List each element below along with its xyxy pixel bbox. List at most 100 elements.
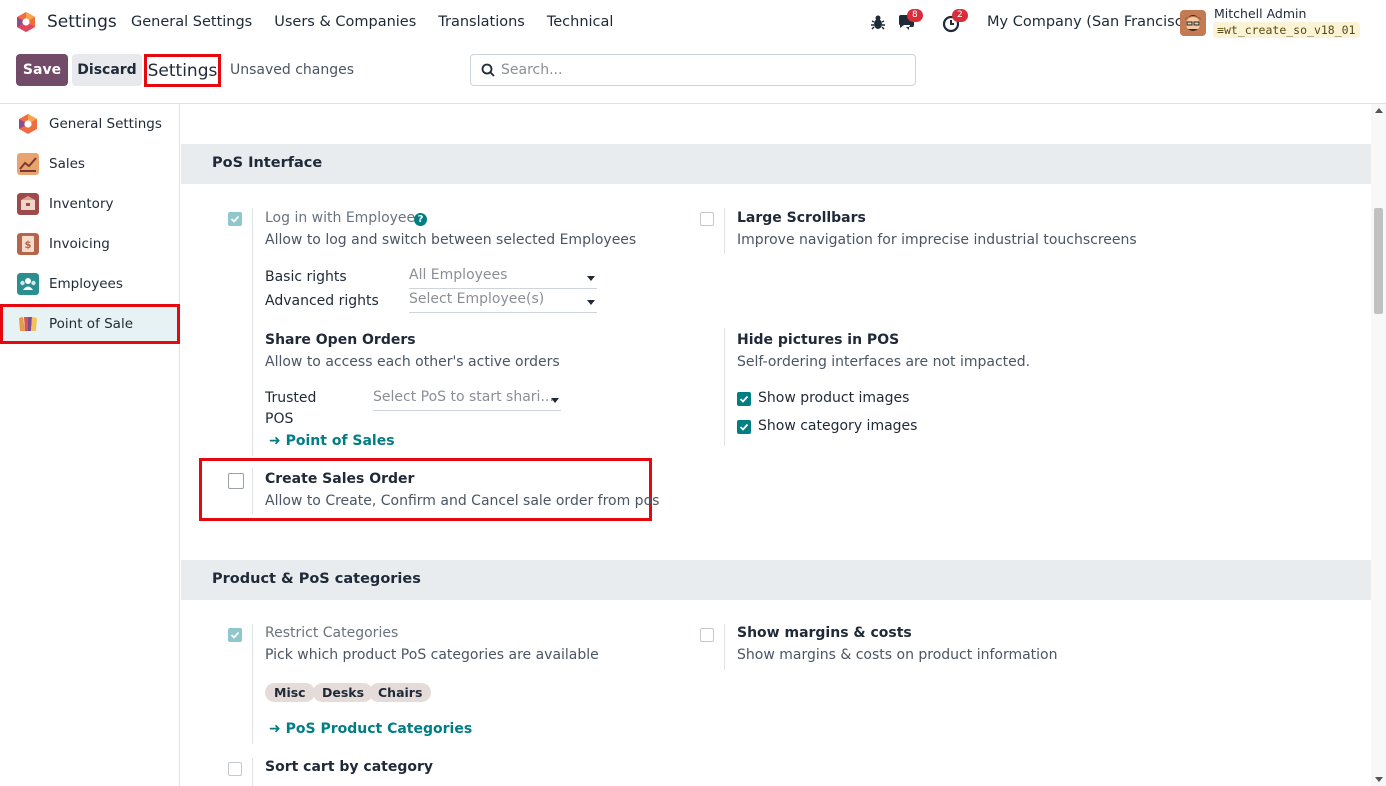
advanced-rights-select[interactable]: Select Employee(s) — [409, 291, 597, 313]
category-tag[interactable]: Chairs — [369, 683, 432, 702]
checkmark-icon — [739, 395, 749, 403]
section-title: PoS Interface — [212, 155, 323, 171]
share-open-orders-title: Share Open Orders — [265, 332, 416, 348]
settings-sidebar: General Settings Sales Inventory $ Invoi… — [0, 104, 180, 786]
employees-icon — [17, 273, 39, 295]
menu-technical[interactable]: Technical — [547, 14, 614, 30]
create-sales-order-checkbox[interactable] — [228, 473, 244, 489]
content-scrollbar[interactable] — [1371, 104, 1386, 786]
sort-cart-checkbox[interactable] — [228, 762, 242, 776]
scrollbar-thumb[interactable] — [1374, 208, 1383, 314]
trusted-pos-label: Trusted — [265, 390, 317, 406]
category-tag[interactable]: Misc — [265, 683, 315, 702]
sidebar-item-general-settings[interactable]: General Settings — [0, 104, 180, 144]
odoo-app-icon[interactable] — [15, 11, 37, 33]
category-tag[interactable]: Desks — [313, 683, 374, 702]
trusted-pos-label-2: POS — [265, 411, 294, 427]
point-of-sales-link[interactable]: ➜ Point of Sales — [269, 433, 395, 449]
sidebar-item-inventory[interactable]: Inventory — [0, 184, 180, 224]
login-employees-title: Log in with Employees — [265, 210, 423, 226]
show-margins-checkbox[interactable] — [700, 628, 714, 642]
checkmark-icon — [230, 631, 240, 639]
show-margins-desc: Show margins & costs on product informat… — [737, 647, 1058, 663]
user-avatar[interactable] — [1180, 10, 1206, 36]
sidebar-item-invoicing[interactable]: $ Invoicing — [0, 224, 180, 264]
inventory-box-icon — [17, 193, 39, 215]
section-title: Product & PoS categories — [212, 571, 421, 587]
database-name: ≡wt_create_so_v18_01 — [1213, 22, 1360, 38]
debug-bug-icon[interactable] — [868, 13, 888, 33]
settings-content: PoS Interface Log in with Employees ? Al… — [181, 104, 1371, 786]
unsaved-changes-status: Unsaved changes — [230, 62, 355, 78]
arrow-right-icon: ➜ — [269, 433, 281, 449]
odoo-logo-icon — [19, 114, 37, 134]
setting-divider — [252, 624, 253, 744]
login-employees-checkbox[interactable] — [228, 212, 242, 226]
scroll-down-arrow-icon[interactable] — [1375, 777, 1383, 782]
section-header-categories: Product & PoS categories — [181, 560, 1371, 600]
sidebar-item-label: Employees — [49, 276, 123, 292]
create-sales-order-highlight — [199, 458, 652, 521]
pos-product-categories-link[interactable]: ➜ PoS Product Categories — [269, 721, 472, 737]
company-switcher[interactable]: My Company (San Francisco) — [987, 14, 1197, 30]
app-title[interactable]: Settings — [47, 12, 117, 32]
top-navbar: Settings General Settings Users & Compan… — [0, 0, 1386, 46]
basic-rights-label: Basic rights — [265, 269, 347, 285]
arrow-right-icon: ➜ — [269, 721, 281, 737]
large-scrollbars-title: Large Scrollbars — [737, 210, 866, 226]
discard-button[interactable]: Discard — [72, 54, 142, 86]
menu-translations[interactable]: Translations — [438, 14, 525, 30]
search-box[interactable] — [470, 54, 916, 86]
sidebar-item-label: General Settings — [49, 116, 162, 132]
hide-pictures-title: Hide pictures in POS — [737, 332, 900, 348]
point-of-sale-icon — [19, 317, 37, 331]
large-scrollbars-checkbox[interactable] — [700, 212, 714, 226]
restrict-categories-checkbox[interactable] — [228, 628, 242, 642]
menu-general-settings[interactable]: General Settings — [131, 14, 252, 30]
point-of-sales-link-label: Point of Sales — [285, 433, 395, 449]
show-product-images-checkbox[interactable] — [737, 392, 751, 406]
checkmark-icon — [739, 423, 749, 431]
messages-badge: 8 — [907, 9, 923, 22]
menu-users-companies[interactable]: Users & Companies — [274, 14, 416, 30]
login-employees-desc: Allow to log and switch between selected… — [265, 232, 637, 248]
trusted-pos-select[interactable]: Select PoS to start shari... — [373, 389, 561, 411]
show-category-images-checkbox[interactable] — [737, 420, 751, 434]
invoice-icon: $ — [17, 233, 39, 255]
help-icon[interactable]: ? — [414, 213, 427, 226]
database-label: wt_create_so_v18_01 — [1223, 23, 1356, 37]
basic-rights-value: All Employees — [409, 267, 508, 283]
create-sales-order-desc: Allow to Create, Confirm and Cancel sale… — [265, 493, 660, 509]
sidebar-item-point-of-sale[interactable]: Point of Sale — [0, 304, 180, 344]
activities-button[interactable]: 2 — [942, 9, 968, 33]
save-button[interactable]: Save — [16, 54, 68, 86]
sidebar-item-employees[interactable]: Employees — [0, 264, 180, 304]
messages-button[interactable]: 8 — [897, 9, 923, 33]
show-margins-title: Show margins & costs — [737, 625, 912, 641]
search-input[interactable] — [501, 59, 901, 81]
sales-chart-icon — [17, 153, 39, 175]
restrict-categories-title: Restrict Categories — [265, 625, 399, 641]
setting-divider — [252, 208, 253, 456]
sidebar-item-label: Inventory — [49, 196, 114, 212]
sidebar-item-label: Sales — [49, 156, 85, 172]
hide-pictures-desc: Self-ordering interfaces are not impacte… — [737, 354, 1031, 370]
scroll-up-arrow-icon[interactable] — [1375, 108, 1383, 113]
setting-divider — [724, 208, 725, 254]
setting-divider — [724, 328, 725, 446]
svg-text:$: $ — [25, 240, 32, 251]
user-name[interactable]: Mitchell Admin — [1214, 6, 1306, 21]
setting-divider — [252, 758, 253, 786]
pos-product-categories-link-label: PoS Product Categories — [285, 721, 473, 737]
sidebar-item-label: Invoicing — [49, 236, 110, 252]
chevron-down-icon — [587, 300, 595, 305]
avatar-image — [1180, 10, 1206, 36]
setting-divider — [724, 624, 725, 670]
chevron-down-icon — [551, 398, 559, 403]
show-category-images-label: Show category images — [758, 418, 918, 434]
large-scrollbars-desc: Improve navigation for imprecise industr… — [737, 232, 1137, 248]
chevron-down-icon — [587, 276, 595, 281]
section-header-pos-interface: PoS Interface — [181, 144, 1371, 184]
sidebar-item-sales[interactable]: Sales — [0, 144, 180, 184]
basic-rights-select[interactable]: All Employees — [409, 267, 597, 289]
